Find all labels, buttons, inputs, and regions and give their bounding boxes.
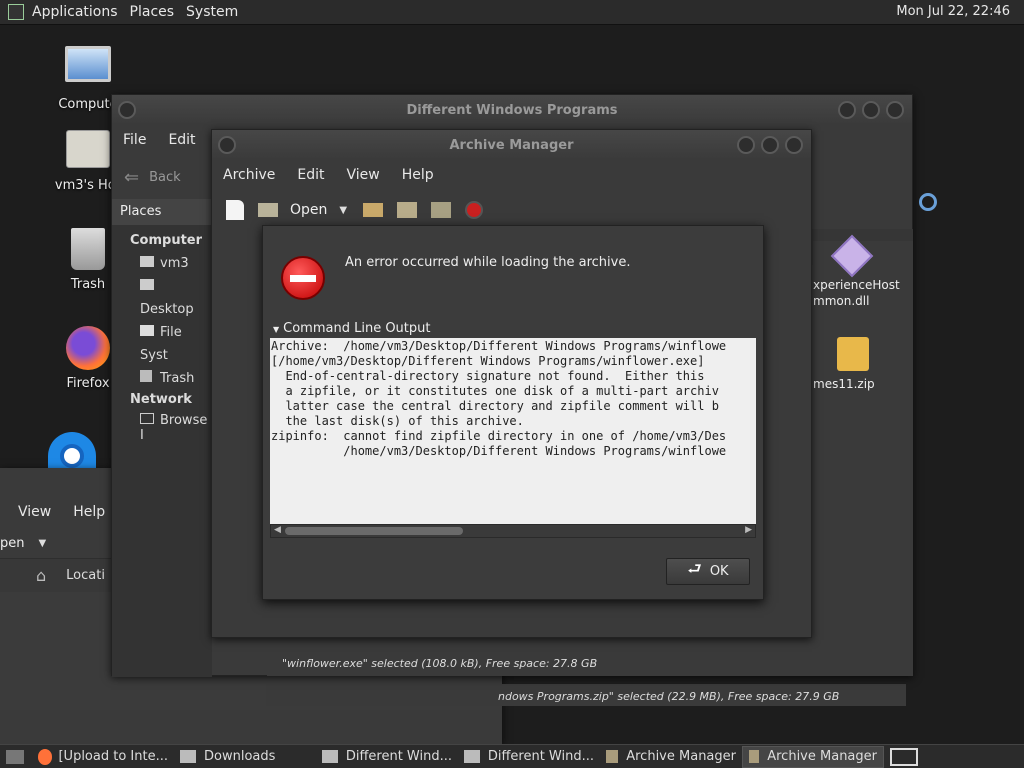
- zip-archive-icon: [837, 337, 869, 371]
- command-line-output-expander[interactable]: ▼ Command Line Output: [273, 321, 431, 336]
- menu-file[interactable]: File: [112, 132, 157, 148]
- sidebar-item-trash[interactable]: Trash: [140, 367, 212, 390]
- open-button[interactable]: Open: [290, 202, 327, 218]
- home-icon[interactable]: ⌂: [36, 566, 46, 585]
- file-item-zip[interactable]: mes11.zip: [813, 337, 913, 391]
- window-menu-button[interactable]: [218, 136, 236, 154]
- firefox-icon: [38, 748, 53, 765]
- menu-view[interactable]: View: [336, 167, 391, 183]
- file-manager-titlebar[interactable]: Different Windows Programs: [112, 95, 912, 125]
- places-sidebar: Places Computer vm3 Desktop File Syst Tr…: [112, 199, 212, 677]
- scroll-left-icon[interactable]: ◀: [274, 525, 281, 535]
- open-folder-icon[interactable]: [258, 203, 278, 217]
- sidebar-network-header: Network: [130, 392, 192, 407]
- taskbar: [Upload to Inte... Downloads Different W…: [0, 744, 1024, 768]
- horizontal-scrollbar[interactable]: ◀ ▶: [270, 524, 756, 538]
- back-status-bar: ndows Programs.zip" selected (22.9 MB), …: [266, 684, 906, 706]
- error-message: An error occurred while loading the arch…: [345, 255, 631, 270]
- window-menu-button[interactable]: [118, 101, 136, 119]
- sidebar-item-filesystem[interactable]: File Syst: [140, 321, 212, 367]
- minimize-button[interactable]: [737, 136, 755, 154]
- sidebar-item-desktop[interactable]: Desktop: [140, 275, 212, 321]
- file-view-area: xperienceHost mmon.dll mes11.zip: [813, 234, 913, 653]
- back-arrow-icon[interactable]: ⇐: [124, 167, 139, 188]
- places-menu[interactable]: Places: [130, 4, 175, 20]
- scrollbar-thumb[interactable]: [285, 527, 463, 535]
- file-item-dll[interactable]: xperienceHost mmon.dll: [813, 234, 913, 309]
- menu-help[interactable]: Help: [62, 504, 116, 520]
- error-icon: [281, 256, 325, 300]
- clock[interactable]: Mon Jul 22, 22:46: [896, 4, 1010, 19]
- sidebar-computer-header: Computer: [130, 233, 203, 248]
- archive-manager-icon: [749, 750, 760, 763]
- sidebar-item-vm3[interactable]: vm3: [140, 252, 212, 275]
- return-arrow-icon: ⮐: [687, 559, 702, 578]
- trash-icon: [71, 228, 105, 270]
- taskbar-item-archive-manager-1[interactable]: Archive Manager: [600, 746, 742, 768]
- ok-button[interactable]: ⮐ OK: [666, 558, 750, 585]
- taskbar-item-upload[interactable]: [Upload to Inte...: [32, 746, 174, 768]
- taskbar-item-different-windows-1[interactable]: Different Wind...: [316, 746, 458, 768]
- search-icon[interactable]: [919, 193, 937, 211]
- dll-file-icon: [830, 234, 874, 278]
- terminal-icon[interactable]: [8, 4, 24, 20]
- trash-icon: [140, 370, 152, 382]
- back-button[interactable]: Back: [149, 170, 181, 185]
- taskbar-item-downloads[interactable]: Downloads: [174, 746, 316, 768]
- expander-arrow-icon: ▼: [273, 325, 280, 334]
- archive-manager-titlebar[interactable]: Archive Manager: [212, 130, 811, 160]
- stop-icon[interactable]: [465, 201, 484, 219]
- home-folder-icon: [140, 256, 154, 267]
- home-folder-icon: [66, 130, 110, 168]
- menu-archive[interactable]: Archive: [212, 167, 286, 183]
- system-menu[interactable]: System: [186, 4, 238, 20]
- show-desktop-icon[interactable]: [6, 749, 24, 764]
- menu-view[interactable]: View: [0, 504, 62, 520]
- add-folder-icon[interactable]: [431, 202, 452, 218]
- taskbar-item-archive-manager-2[interactable]: Archive Manager: [742, 745, 884, 768]
- menu-edit[interactable]: Edit: [286, 167, 335, 183]
- chevron-down-icon[interactable]: ▼: [39, 538, 47, 549]
- menu-edit[interactable]: Edit: [157, 132, 206, 148]
- location-label[interactable]: Locati: [66, 568, 105, 583]
- desktop-folder-icon: [140, 279, 154, 290]
- places-label[interactable]: Places: [112, 199, 212, 225]
- chromium-icon[interactable]: [48, 432, 96, 468]
- status-bar: "winflower.exe" selected (108.0 kB), Fre…: [267, 650, 913, 676]
- archive-manager-icon: [606, 750, 619, 763]
- menu-help[interactable]: Help: [391, 167, 445, 183]
- firefox-icon: [66, 326, 110, 370]
- folder-icon: [322, 750, 338, 763]
- add-files-icon[interactable]: [397, 202, 418, 218]
- applications-menu[interactable]: Applications: [32, 4, 118, 20]
- maximize-button[interactable]: [862, 101, 880, 119]
- network-icon: [140, 413, 154, 424]
- computer-icon: [65, 46, 111, 82]
- close-button[interactable]: [886, 101, 904, 119]
- workspace-switcher-icon[interactable]: [890, 747, 918, 766]
- scroll-right-icon[interactable]: ▶: [745, 525, 752, 535]
- chevron-down-icon[interactable]: ▼: [339, 205, 347, 216]
- drive-icon: [140, 325, 154, 336]
- close-button[interactable]: [785, 136, 803, 154]
- sidebar-item-browse-network[interactable]: Browse I: [112, 407, 212, 443]
- extract-icon[interactable]: [363, 203, 384, 217]
- desktop-computer[interactable]: Compute: [43, 46, 133, 112]
- taskbar-item-different-windows-2[interactable]: Different Wind...: [458, 746, 600, 768]
- top-panel: Applications Places System Mon Jul 22, 2…: [0, 0, 1024, 25]
- minimize-button[interactable]: [838, 101, 856, 119]
- open-button[interactable]: pen: [0, 536, 25, 551]
- command-output-text[interactable]: Archive: /home/vm3/Desktop/Different Win…: [270, 338, 756, 524]
- new-archive-icon[interactable]: [226, 200, 244, 220]
- folder-icon: [464, 750, 480, 763]
- folder-icon: [180, 750, 196, 763]
- maximize-button[interactable]: [761, 136, 779, 154]
